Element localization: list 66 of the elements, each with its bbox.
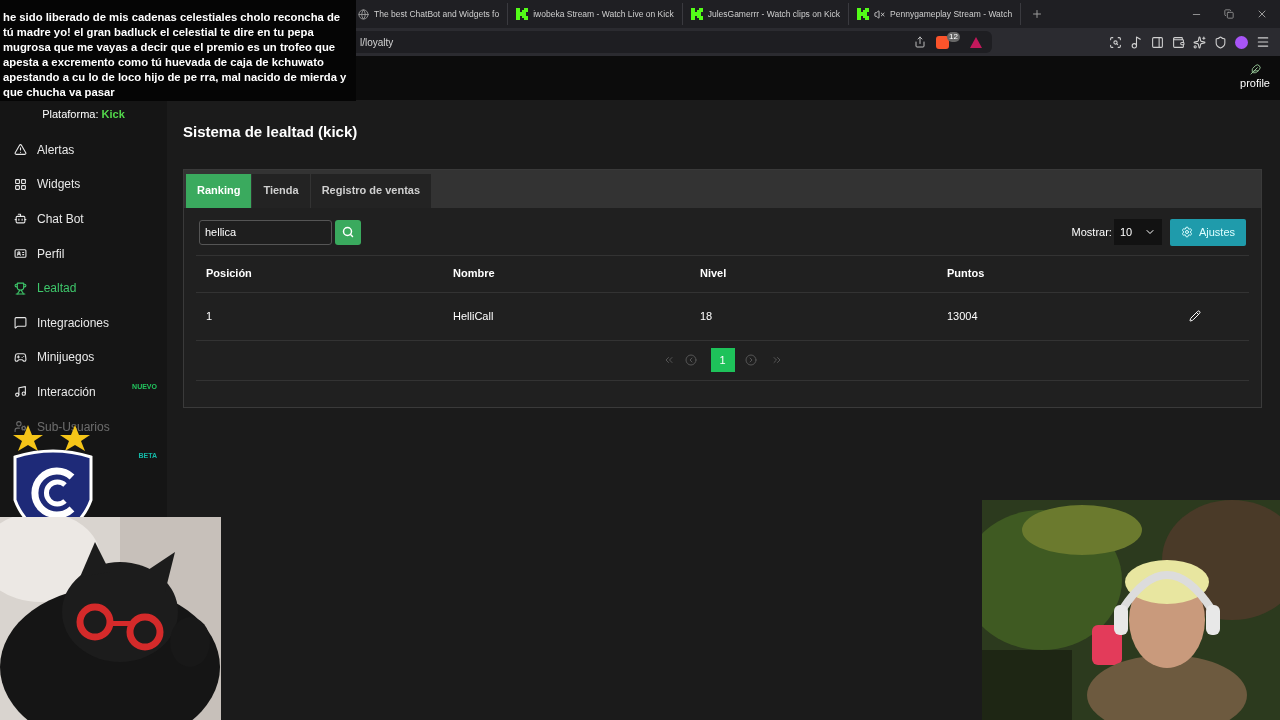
- gamepad-icon: [14, 350, 27, 364]
- sidebar-item[interactable]: Alertas: [0, 132, 167, 168]
- profile-avatar-icon[interactable]: [1235, 35, 1248, 49]
- browser-tab[interactable]: iwobeka Stream - Watch Live on Kick: [508, 3, 683, 25]
- gears-icon: [1180, 226, 1193, 238]
- search-icon: [342, 226, 354, 238]
- tab-title: Pennygameplay Stream - Watch: [890, 7, 1013, 21]
- panel-tab[interactable]: Tienda: [252, 173, 310, 208]
- sidebar-item[interactable]: Widgets: [0, 167, 167, 202]
- kick-logo-icon: [690, 8, 703, 20]
- browser-tab[interactable]: Pennygameplay Stream - Watch: [849, 3, 1022, 25]
- sidebar-icon[interactable]: [1151, 35, 1164, 49]
- warning-icon: [14, 143, 27, 157]
- rows-per-page-select[interactable]: 10: [1113, 219, 1162, 245]
- panel-tab[interactable]: Registro de ventas: [310, 173, 432, 208]
- column-header: Nivel: [700, 266, 728, 282]
- message-icon: [14, 316, 27, 330]
- sidebar-item[interactable]: Minijuegos: [0, 340, 167, 375]
- reader-icon[interactable]: [1109, 35, 1122, 49]
- tab-title: JulesGamerrr - Watch clips on Kick: [707, 7, 841, 21]
- platform-name: Kick: [101, 108, 125, 120]
- page-title: Sistema de lealtad (kick): [183, 122, 359, 142]
- address-text: l/loyalty: [360, 35, 395, 50]
- kick-logo-icon: [857, 8, 870, 20]
- new-tab-icon[interactable]: [1031, 8, 1044, 20]
- user-gear-icon: [14, 420, 27, 434]
- grid-icon: [14, 177, 27, 191]
- muted-speaker-icon: [874, 8, 886, 20]
- sidebar-item[interactable]: Lealtad: [0, 270, 167, 306]
- music-icon[interactable]: [1130, 35, 1143, 49]
- sidebar-item[interactable]: Integraciones: [0, 305, 167, 341]
- menu-icon[interactable]: [1256, 35, 1270, 49]
- tab-title: iwobeka Stream - Watch Live on Kick: [533, 7, 674, 21]
- kick-logo-icon: [516, 8, 529, 20]
- sidebar-item[interactable]: Chat Bot: [0, 201, 167, 237]
- lion-shield-icon[interactable]: [936, 35, 950, 49]
- profile-link[interactable]: profile: [1240, 64, 1270, 92]
- wallet-icon[interactable]: [1172, 35, 1185, 49]
- column-header: Puntos: [947, 266, 986, 282]
- share-icon[interactable]: [914, 36, 927, 48]
- robot-icon: [14, 212, 27, 226]
- show-label: Mostrar:: [1071, 224, 1112, 240]
- close-icon[interactable]: [1256, 8, 1268, 20]
- id-card-icon: [14, 247, 27, 261]
- shield-icon[interactable]: [1214, 35, 1227, 49]
- shield-count-badge: 12: [947, 31, 960, 42]
- tab-title: The best ChatBot and Widgets fo: [374, 7, 500, 21]
- browser-tab[interactable]: JulesGamerrr - Watch clips on Kick: [682, 3, 850, 25]
- column-header: Posición: [206, 266, 253, 282]
- table-cell-text: 18: [700, 308, 714, 324]
- search-button[interactable]: [335, 219, 361, 245]
- search-field[interactable]: hellica: [199, 219, 332, 245]
- column-header: Nombre: [453, 266, 496, 282]
- sparkle-icon[interactable]: [1193, 35, 1206, 49]
- table-cell-text: 1: [206, 308, 214, 324]
- globe-icon: [358, 8, 369, 20]
- platform-label: Plataforma:: [42, 108, 100, 120]
- trophy-icon: [14, 281, 27, 295]
- sidebar-item[interactable]: Perfil: [0, 236, 167, 271]
- edit-icon[interactable]: [1189, 310, 1201, 322]
- table-cell-text: 13004: [947, 308, 979, 324]
- table-cell-text: HelliCall: [453, 308, 495, 324]
- restore-icon[interactable]: [1224, 9, 1234, 19]
- music-note-icon: [14, 385, 27, 399]
- feather-icon: [1249, 64, 1261, 76]
- triangle-logo-icon[interactable]: [970, 36, 982, 48]
